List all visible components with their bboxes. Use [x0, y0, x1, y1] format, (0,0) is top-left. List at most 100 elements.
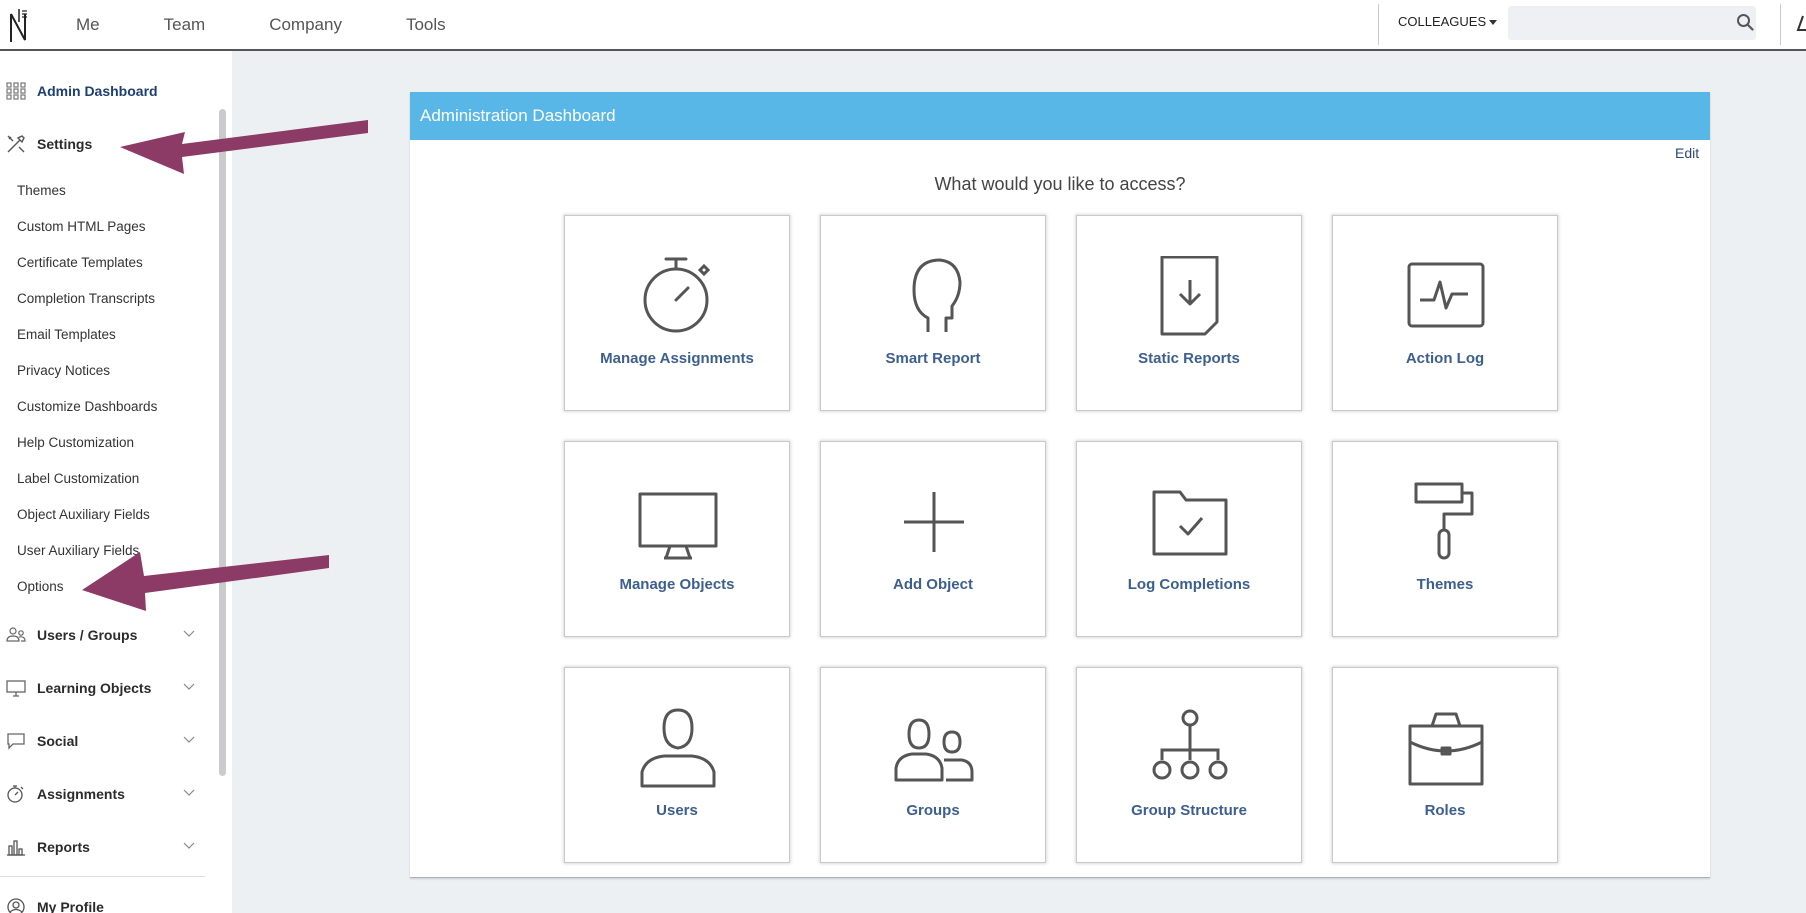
chevron-down-icon [183, 736, 195, 743]
folder-check-icon [1152, 490, 1228, 556]
grid-icon [6, 82, 26, 100]
tile-action-log[interactable]: Action Log [1332, 215, 1558, 411]
tile-label: Add Object [892, 576, 973, 593]
hierarchy-icon [1152, 709, 1228, 780]
tile-label: Manage Assignments [600, 350, 754, 367]
tile-add-object[interactable]: Add Object [820, 441, 1046, 637]
sidebar-subitem-user-auxiliary-fields[interactable]: User Auxiliary Fields [17, 543, 139, 558]
top-navigation-bar: Me Team Company Tools COLLEAGUES [0, 0, 1806, 51]
group-icon [894, 718, 974, 782]
tile-label: Roles [1424, 802, 1466, 819]
sidebar-item-social[interactable]: Social [0, 728, 195, 754]
plus-icon [904, 492, 964, 552]
sidebar-item-label: Learning Objects [37, 680, 152, 696]
tile-label: Smart Report [885, 350, 981, 367]
colleagues-dropdown[interactable]: COLLEAGUES [1398, 14, 1498, 29]
sidebar-subitem-label-customization[interactable]: Label Customization [17, 471, 139, 486]
tile-label: Action Log [1405, 350, 1485, 367]
top-nav-links: Me Team Company Tools [58, 0, 492, 49]
sidebar-subitem-customize-dashboards[interactable]: Customize Dashboards [17, 399, 157, 414]
tile-label: Group Structure [1131, 802, 1247, 819]
tile-smart-report[interactable]: Smart Report [820, 215, 1046, 411]
tile-label: Log Completions [1127, 576, 1251, 593]
sidebar-subitem-themes[interactable]: Themes [17, 183, 66, 198]
topbar-divider-right [1780, 4, 1781, 45]
tile-label: Themes [1416, 576, 1474, 593]
head-profile-icon [912, 258, 962, 332]
tile-themes[interactable]: Themes [1332, 441, 1558, 637]
pulse-monitor-icon [1407, 262, 1485, 328]
nav-tools[interactable]: Tools [406, 15, 446, 35]
sidebar-item-label: Assignments [37, 786, 125, 802]
sidebar-item-label: Users / Groups [37, 627, 138, 643]
tile-groups[interactable]: Groups [820, 667, 1046, 863]
sidebar-subitem-object-auxiliary-fields[interactable]: Object Auxiliary Fields [17, 507, 150, 522]
edit-link[interactable]: Edit [1675, 145, 1699, 161]
nav-me[interactable]: Me [76, 15, 100, 35]
sidebar-subitem-custom-html-pages[interactable]: Custom HTML Pages [17, 219, 146, 234]
nav-company[interactable]: Company [269, 15, 342, 35]
chevron-down-icon [183, 630, 195, 637]
sidebar-subitem-email-templates[interactable]: Email Templates [17, 327, 116, 342]
tile-log-completions[interactable]: Log Completions [1076, 441, 1302, 637]
topbar-divider [1378, 4, 1379, 45]
search-icon[interactable] [1736, 13, 1754, 31]
sidebar-subitem-help-customization[interactable]: Help Customization [17, 435, 134, 450]
document-download-icon [1160, 256, 1219, 336]
sidebar-item-assignments[interactable]: Assignments [0, 781, 195, 807]
tile-roles[interactable]: Roles [1332, 667, 1558, 863]
tile-label: Users [656, 802, 698, 819]
sidebar-item-label: Admin Dashboard [37, 83, 158, 99]
tile-manage-assignments[interactable]: Manage Assignments [564, 215, 790, 411]
access-prompt: What would you like to access? [934, 174, 1186, 194]
sidebar-subitem-options[interactable]: Options [17, 579, 64, 594]
monitor-icon [6, 680, 26, 697]
chevron-down-icon [183, 842, 195, 849]
sidebar-subitem-certificate-templates[interactable]: Certificate Templates [17, 255, 143, 270]
sidebar-item-settings[interactable]: Settings [0, 131, 92, 157]
nav-team[interactable]: Team [164, 15, 206, 35]
colleagues-label: COLLEAGUES [1398, 14, 1487, 29]
tile-label: Manage Objects [619, 576, 735, 593]
profile-icon [7, 898, 25, 913]
sidebar-scrollbar[interactable] [219, 109, 226, 776]
sidebar-item-label: Social [37, 733, 79, 749]
stopwatch-icon [7, 785, 24, 803]
sidebar-item-label: Settings [37, 136, 93, 152]
stopwatch-icon [643, 257, 711, 333]
tools-icon [7, 135, 25, 153]
chevron-down-icon [183, 683, 195, 690]
sidebar-subitem-completion-transcripts[interactable]: Completion Transcripts [17, 291, 155, 306]
paint-roller-icon [1414, 482, 1474, 560]
sidebar-item-admin-dashboard[interactable]: Admin Dashboard [0, 78, 158, 104]
tile-label: Static Reports [1138, 350, 1240, 367]
tile-users[interactable]: Users [564, 667, 790, 863]
bar-chart-icon [7, 840, 25, 856]
tile-manage-objects[interactable]: Manage Objects [564, 441, 790, 637]
monitor-icon [638, 492, 718, 560]
sidebar-item-my-profile[interactable]: My Profile [0, 894, 104, 913]
tile-label: Groups [906, 802, 960, 819]
administration-dashboard-panel: Administration Dashboard Edit What would… [410, 92, 1710, 878]
users-groups-icon [6, 627, 26, 642]
panel-header: Administration Dashboard [410, 92, 1710, 140]
notification-icon[interactable] [1796, 14, 1806, 34]
tile-group-structure[interactable]: Group Structure [1076, 667, 1302, 863]
sidebar-item-label: Reports [37, 839, 90, 855]
app-logo-icon[interactable] [8, 6, 32, 44]
user-icon [640, 708, 716, 788]
sidebar-item-reports[interactable]: Reports [0, 834, 195, 860]
speech-bubble-icon [7, 733, 25, 750]
sidebar: Admin Dashboard Settings Themes Custom H… [0, 51, 232, 913]
briefcase-icon [1408, 712, 1484, 786]
sidebar-item-learning-objects[interactable]: Learning Objects [0, 675, 195, 701]
caret-down-icon [1489, 20, 1498, 26]
search-input[interactable] [1508, 6, 1756, 40]
sidebar-item-users-groups[interactable]: Users / Groups [0, 622, 195, 648]
tile-static-reports[interactable]: Static Reports [1076, 215, 1302, 411]
chevron-down-icon [183, 789, 195, 796]
sidebar-subitem-privacy-notices[interactable]: Privacy Notices [17, 363, 110, 378]
panel-title: Administration Dashboard [420, 106, 616, 125]
sidebar-divider [0, 876, 205, 877]
sidebar-item-label: My Profile [37, 899, 104, 913]
